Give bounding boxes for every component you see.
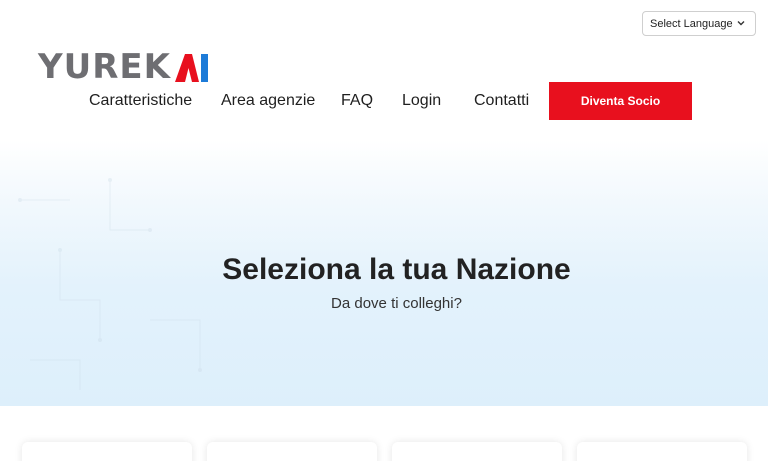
country-card[interactable]	[22, 442, 192, 461]
country-card[interactable]	[207, 442, 377, 461]
nav-contatti[interactable]: Contatti	[474, 92, 529, 110]
nav-caratteristiche[interactable]: Caratteristiche	[89, 92, 192, 110]
nav-login[interactable]: Login	[402, 92, 441, 110]
country-cards	[0, 442, 768, 461]
language-selector[interactable]: Select Language	[642, 11, 756, 36]
logo-ai-mark	[174, 54, 208, 82]
nav-faq[interactable]: FAQ	[341, 92, 373, 110]
language-selector-label: Select Language	[650, 17, 733, 30]
logo[interactable]: YUREK	[38, 46, 209, 84]
chevron-down-icon	[737, 21, 745, 26]
logo-text: YUREK	[38, 47, 171, 87]
main-nav: Caratteristiche Area agenzie FAQ Login C…	[0, 82, 768, 120]
page-title: Seleziona la tua Nazione	[222, 253, 571, 286]
page: Select Language YUREK Caratteristiche Ar…	[0, 0, 768, 461]
page-subtitle: Da dove ti colleghi?	[331, 295, 462, 312]
country-card[interactable]	[577, 442, 747, 461]
become-member-button[interactable]: Diventa Socio	[549, 82, 692, 120]
nav-area-agenzie[interactable]: Area agenzie	[221, 92, 315, 110]
country-card[interactable]	[392, 442, 562, 461]
hero-section: Seleziona la tua Nazione Da dove ti coll…	[0, 140, 768, 406]
